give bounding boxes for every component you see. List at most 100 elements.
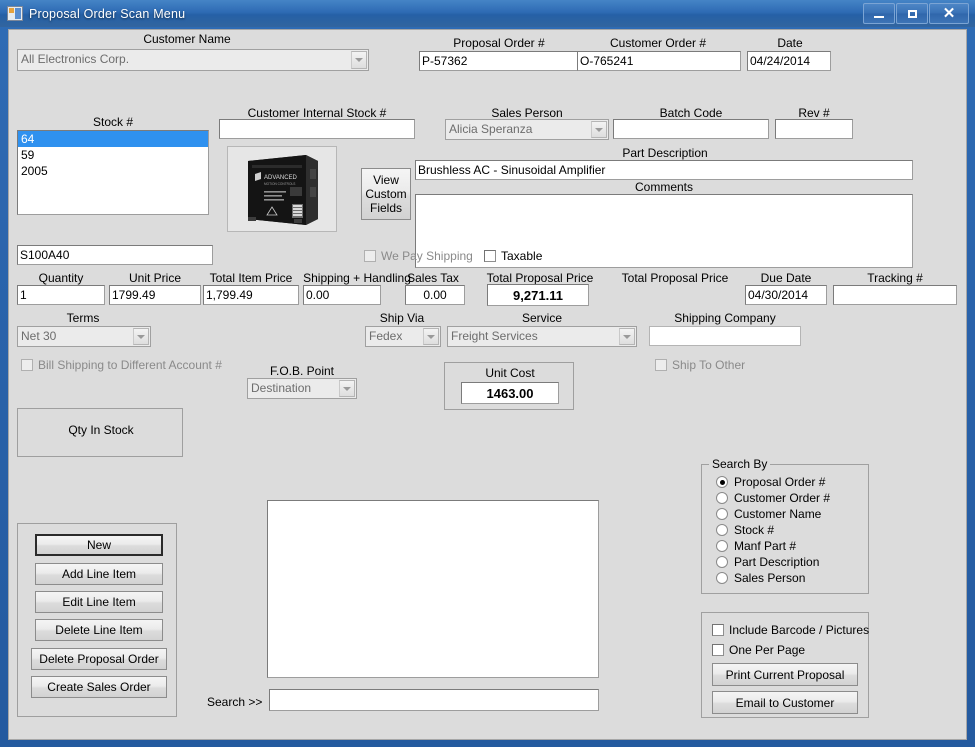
chevron-down-icon[interactable] <box>591 121 607 138</box>
new-button-label: New <box>86 538 111 552</box>
batch-code-input[interactable] <box>613 119 769 139</box>
unit-price-input[interactable] <box>109 285 201 305</box>
chevron-down-icon[interactable] <box>351 51 367 69</box>
rev-input[interactable] <box>775 119 853 139</box>
customer-internal-stock-label: Customer Internal Stock # <box>247 106 387 120</box>
unit-cost-panel: Unit Cost <box>444 362 574 410</box>
radio-label: Manf Part # <box>734 539 797 553</box>
checkbox-box <box>364 250 376 262</box>
quantity-label: Quantity <box>38 271 84 285</box>
product-image-graphic: ADVANCED MOTION CONTROLS <box>228 147 336 231</box>
shipping-company-input[interactable] <box>649 326 801 346</box>
sales-tax-input[interactable] <box>405 285 465 305</box>
quantity-input[interactable] <box>17 285 105 305</box>
total-proposal-price-label: Total Proposal Price <box>486 271 594 285</box>
svg-text:MOTION CONTROLS: MOTION CONTROLS <box>264 182 295 186</box>
maximize-icon <box>907 9 917 18</box>
radio-manf-part[interactable]: Manf Part # <box>716 539 796 553</box>
email-to-customer-button[interactable]: Email to Customer <box>712 691 858 714</box>
radio-part-description[interactable]: Part Description <box>716 555 819 569</box>
view-custom-fields-button[interactable]: View Custom Fields <box>361 168 411 220</box>
total-item-price-input[interactable] <box>203 285 299 305</box>
vcf-line-2: Custom <box>365 187 407 201</box>
date-label: Date <box>777 36 803 50</box>
ship-to-other-checkbox[interactable]: Ship To Other <box>655 358 745 372</box>
window-title: Proposal Order Scan Menu <box>29 6 186 21</box>
batch-code-label: Batch Code <box>659 106 723 120</box>
service-combo[interactable]: Freight Services <box>447 326 637 347</box>
sales-person-combo[interactable]: Alicia Speranza <box>445 119 609 140</box>
radio-sales-person[interactable]: Sales Person <box>716 571 805 585</box>
edit-line-item-button[interactable]: Edit Line Item <box>35 591 163 613</box>
minimize-button[interactable] <box>863 3 895 24</box>
chevron-down-icon[interactable] <box>339 380 355 397</box>
delete-line-item-label: Delete Line Item <box>55 623 143 637</box>
search-input[interactable] <box>269 689 599 711</box>
taxable-checkbox[interactable]: Taxable <box>484 249 542 263</box>
checkbox-box <box>712 644 724 656</box>
include-barcode-label: Include Barcode / Pictures <box>729 623 870 637</box>
radio-label: Customer Order # <box>734 491 831 505</box>
date-input[interactable] <box>747 51 831 71</box>
delete-proposal-order-button[interactable]: Delete Proposal Order <box>31 648 167 670</box>
fob-point-combo[interactable]: Destination <box>247 378 357 399</box>
radio-customer-name[interactable]: Customer Name <box>716 507 821 521</box>
delete-line-item-button[interactable]: Delete Line Item <box>35 619 163 641</box>
print-panel: Include Barcode / Pictures One Per Page … <box>701 612 869 718</box>
comments-label: Comments <box>634 180 693 194</box>
shipping-handling-input[interactable] <box>303 285 381 305</box>
form-client-area: Customer Name All Electronics Corp. Prop… <box>8 29 967 740</box>
list-item[interactable]: 2005 <box>18 163 208 179</box>
create-sales-order-button[interactable]: Create Sales Order <box>31 676 167 698</box>
customer-order-input[interactable] <box>577 51 741 71</box>
manf-part-input[interactable] <box>17 245 213 265</box>
customer-order-label: Customer Order # <box>609 36 707 50</box>
radio-stock[interactable]: Stock # <box>716 523 774 537</box>
print-current-proposal-button[interactable]: Print Current Proposal <box>712 663 858 686</box>
email-label: Email to Customer <box>735 695 835 710</box>
list-item[interactable]: 64 <box>18 131 208 147</box>
sales-person-value: Alicia Speranza <box>449 122 533 136</box>
we-pay-shipping-checkbox[interactable]: We Pay Shipping <box>364 249 473 263</box>
radio-proposal-order[interactable]: Proposal Order # <box>716 475 825 489</box>
ship-via-value: Fedex <box>369 329 403 343</box>
terms-combo[interactable]: Net 30 <box>17 326 151 347</box>
stock-listbox[interactable]: 64 59 2005 <box>17 130 209 215</box>
rev-label: Rev # <box>798 106 830 120</box>
search-by-title: Search By <box>709 457 771 471</box>
one-per-page-checkbox[interactable]: One Per Page <box>712 643 805 657</box>
taxable-label: Taxable <box>501 249 543 263</box>
due-date-label: Due Date <box>760 271 812 285</box>
results-listbox[interactable] <box>267 500 599 678</box>
maximize-button[interactable] <box>896 3 928 24</box>
create-sales-order-label: Create Sales Order <box>47 680 151 694</box>
customer-name-combo[interactable]: All Electronics Corp. <box>17 49 369 71</box>
fob-point-label: F.O.B. Point <box>269 364 335 378</box>
chevron-down-icon[interactable] <box>423 328 439 345</box>
close-icon: ✕ <box>942 5 956 22</box>
close-button[interactable]: ✕ <box>929 3 969 24</box>
total-proposal-price-input[interactable] <box>487 284 589 306</box>
tracking-input[interactable] <box>833 285 957 305</box>
chevron-down-icon[interactable] <box>619 328 635 345</box>
checkbox-box <box>484 250 496 262</box>
unit-cost-input[interactable] <box>461 382 559 404</box>
proposal-order-input[interactable] <box>419 51 581 71</box>
part-description-input[interactable] <box>415 160 913 180</box>
add-line-item-button[interactable]: Add Line Item <box>35 563 163 585</box>
one-per-page-label: One Per Page <box>729 643 806 657</box>
bill-shipping-checkbox[interactable]: Bill Shipping to Different Account # <box>21 358 222 372</box>
ship-via-combo[interactable]: Fedex <box>365 326 441 347</box>
include-barcode-checkbox[interactable]: Include Barcode / Pictures <box>712 623 869 637</box>
customer-internal-stock-input[interactable] <box>219 119 415 139</box>
chevron-down-icon[interactable] <box>133 328 149 345</box>
list-item[interactable]: 59 <box>18 147 208 163</box>
unit-price-label: Unit Price <box>128 271 181 285</box>
radio-customer-order[interactable]: Customer Order # <box>716 491 830 505</box>
due-date-input[interactable] <box>745 285 827 305</box>
terms-label: Terms <box>66 311 100 325</box>
qty-in-stock-label: Qty In Stock <box>68 423 134 437</box>
new-button[interactable]: New <box>35 534 163 556</box>
customer-name-value: All Electronics Corp. <box>21 52 130 66</box>
radio-circle <box>716 508 728 520</box>
